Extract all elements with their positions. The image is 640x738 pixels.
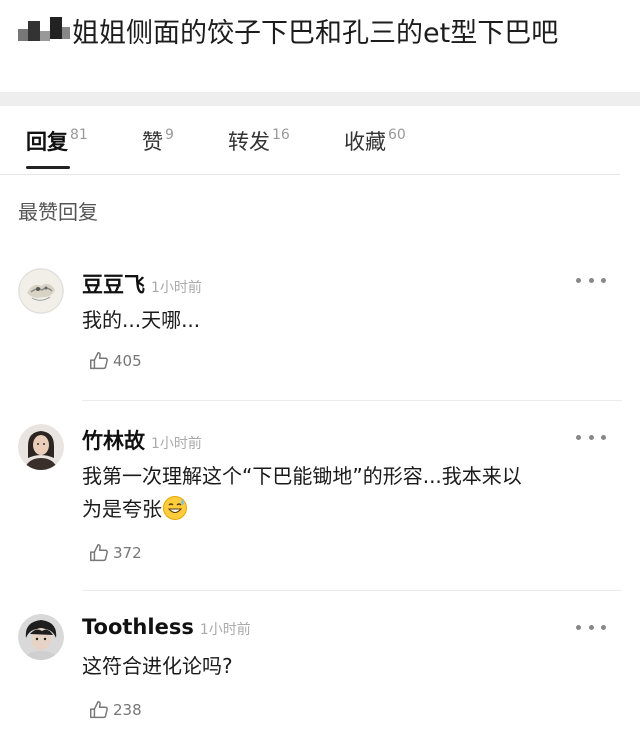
- section-title: 最赞回复: [18, 200, 98, 224]
- comment-author[interactable]: 豆豆飞 1小时前: [82, 269, 202, 299]
- thumbs-up-icon: [90, 701, 108, 719]
- tab-reposts[interactable]: 转发 16: [228, 126, 290, 156]
- avatar[interactable]: [18, 614, 64, 660]
- more-dots-icon[interactable]: [576, 273, 606, 287]
- tab-replies-label: 回复: [26, 130, 68, 154]
- censored-username-mosaic: [18, 17, 70, 43]
- tab-favorites-label: 收藏: [344, 130, 386, 154]
- comment-time: 1小时前: [151, 436, 202, 452]
- like-button[interactable]: 372: [88, 542, 142, 564]
- avatar[interactable]: [18, 268, 64, 314]
- tab-favorites[interactable]: 收藏 60: [344, 126, 406, 156]
- sweat-smile-emoji-icon: [163, 496, 187, 520]
- tab-reposts-label: 转发: [228, 130, 270, 154]
- comment-text-line: 为是夸张: [82, 493, 612, 526]
- avatar[interactable]: [18, 424, 64, 470]
- like-count: 372: [113, 544, 142, 562]
- tab-favorites-count: 60: [388, 127, 406, 143]
- active-tab-indicator: [26, 166, 70, 169]
- comment-text: 我第一次理解这个“下巴能锄地”的形容...我本来以 为是夸张: [82, 460, 612, 526]
- comment-divider: [82, 400, 622, 401]
- like-count: 238: [113, 701, 142, 719]
- tab-reposts-count: 16: [272, 127, 290, 143]
- comment-author[interactable]: Toothless 1小时前: [82, 615, 251, 639]
- tab-likes-label: 赞: [142, 130, 163, 154]
- post-text-content: 姐姐侧面的饺子下巴和孔三的et型下巴吧: [72, 17, 559, 49]
- thumbs-up-icon: [90, 352, 108, 370]
- comment-time: 1小时前: [151, 280, 202, 296]
- comment-text: 这符合进化论吗?: [82, 654, 233, 678]
- comment-text-line: 我第一次理解这个“下巴能锄地”的形容...我本来以: [82, 464, 522, 488]
- tab-likes-count: 9: [165, 127, 174, 143]
- like-button[interactable]: 238: [88, 699, 142, 721]
- post-text: 姐姐侧面的饺子下巴和孔三的et型下巴吧: [18, 8, 618, 52]
- more-dots-icon[interactable]: [576, 430, 606, 444]
- thumbs-up-icon: [90, 544, 108, 562]
- like-count: 405: [113, 352, 142, 370]
- comment-author[interactable]: 竹林故 1小时前: [82, 425, 202, 455]
- section-separator: [0, 92, 640, 106]
- comment-time: 1小时前: [199, 622, 251, 638]
- tabs-divider: [0, 174, 620, 175]
- tab-likes[interactable]: 赞 9: [142, 126, 174, 156]
- comment-divider: [82, 590, 622, 591]
- tab-replies[interactable]: 回复 81: [26, 126, 88, 156]
- comment-text: 我的...天哪...: [82, 308, 201, 332]
- more-dots-icon[interactable]: [576, 620, 606, 634]
- tab-replies-count: 81: [70, 127, 88, 143]
- tab-bar: 回复 81 赞 9 转发 16 收藏 60: [0, 118, 620, 172]
- like-button[interactable]: 405: [88, 350, 142, 372]
